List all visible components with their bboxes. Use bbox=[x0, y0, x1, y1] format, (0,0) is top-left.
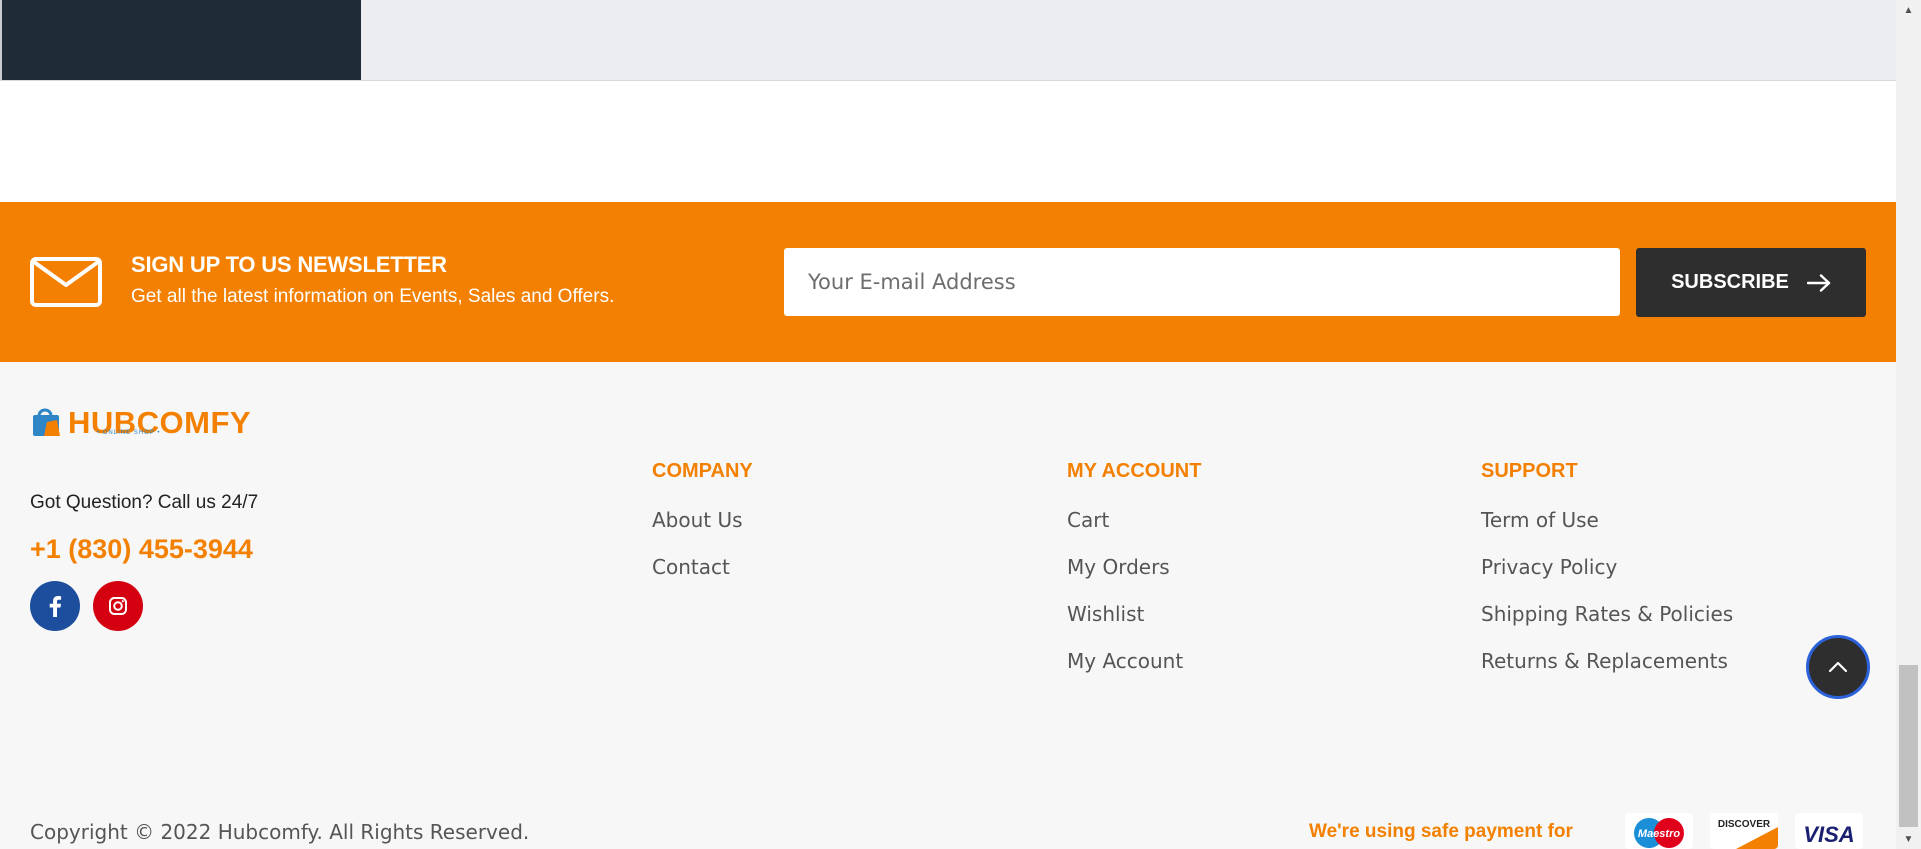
footer-column-company: COMPANY About Us Contact bbox=[652, 460, 753, 604]
scrollbar-thumb[interactable] bbox=[1899, 665, 1918, 827]
divider bbox=[0, 0, 2, 80]
column-title: COMPANY bbox=[652, 460, 753, 482]
newsletter-banner: SIGN UP TO US NEWSLETTER Get all the lat… bbox=[0, 202, 1896, 362]
footer-link-term-of-use[interactable]: Term of Use bbox=[1481, 510, 1733, 557]
safe-payment-label: We're using safe payment for bbox=[1309, 821, 1573, 842]
chevron-up-icon bbox=[1828, 661, 1848, 673]
facebook-button[interactable] bbox=[30, 581, 80, 631]
footer-link-shipping-rates[interactable]: Shipping Rates & Policies bbox=[1481, 604, 1733, 651]
newsletter-subtitle: Get all the latest information on Events… bbox=[131, 286, 615, 307]
discover-icon: DISCOVER bbox=[1710, 813, 1778, 849]
subscribe-label: SUBSCRIBE bbox=[1671, 271, 1789, 293]
back-to-top-button[interactable] bbox=[1806, 635, 1870, 699]
column-title: MY ACCOUNT bbox=[1067, 460, 1202, 482]
column-title: SUPPORT bbox=[1481, 460, 1578, 482]
footer-link-wishlist[interactable]: Wishlist bbox=[1067, 604, 1201, 651]
footer-link-my-orders[interactable]: My Orders bbox=[1067, 557, 1201, 604]
got-question-label: Got Question? Call us 24/7 bbox=[30, 492, 259, 513]
logo-tagline: • ONLINE SHOP • bbox=[97, 430, 161, 436]
dark-panel bbox=[0, 0, 361, 80]
shopping-bag-icon bbox=[33, 408, 60, 436]
phone-number[interactable]: +1 (830) 455-3944 bbox=[30, 534, 253, 565]
subscribe-button[interactable]: SUBSCRIBE bbox=[1636, 248, 1866, 317]
footer-link-returns[interactable]: Returns & Replacements bbox=[1481, 651, 1733, 698]
svg-text:DISCOVER: DISCOVER bbox=[1718, 819, 1771, 830]
instagram-button[interactable] bbox=[93, 581, 143, 631]
svg-text:VISA: VISA bbox=[1803, 822, 1854, 847]
mail-icon bbox=[30, 257, 102, 307]
footer-link-about-us[interactable]: About Us bbox=[652, 510, 753, 557]
newsletter-title: SIGN UP TO US NEWSLETTER bbox=[131, 252, 447, 277]
footer-link-my-account[interactable]: My Account bbox=[1067, 651, 1201, 698]
footer-link-contact[interactable]: Contact bbox=[652, 557, 753, 604]
footer-column-support: SUPPORT Term of Use Privacy Policy Shipp… bbox=[1481, 460, 1733, 698]
scroll-down-arrow-icon[interactable]: ▼ bbox=[1896, 829, 1921, 849]
email-input[interactable] bbox=[784, 248, 1620, 316]
scroll-up-arrow-icon[interactable]: ▲ bbox=[1896, 0, 1921, 20]
maestro-icon: Maestro bbox=[1625, 813, 1693, 849]
footer-link-cart[interactable]: Cart bbox=[1067, 510, 1201, 557]
arrow-right-icon bbox=[1806, 273, 1831, 292]
footer-column-my-account: MY ACCOUNT Cart My Orders Wishlist My Ac… bbox=[1067, 460, 1201, 698]
footer-link-privacy-policy[interactable]: Privacy Policy bbox=[1481, 557, 1733, 604]
svg-text:Maestro: Maestro bbox=[1638, 828, 1680, 840]
vertical-scrollbar[interactable]: ▲ ▼ bbox=[1896, 0, 1921, 849]
visa-icon: VISA bbox=[1795, 813, 1863, 849]
instagram-icon bbox=[109, 597, 127, 615]
copyright-text: Copyright © 2022 Hubcomfy. All Rights Re… bbox=[30, 820, 530, 844]
site-footer: HUBCOMFY • ONLINE SHOP • Got Question? C… bbox=[0, 362, 1896, 849]
facebook-icon bbox=[49, 596, 62, 617]
